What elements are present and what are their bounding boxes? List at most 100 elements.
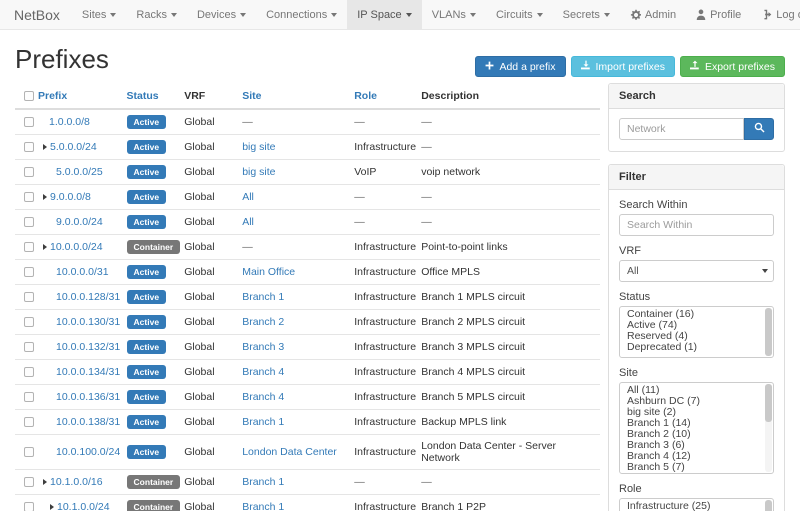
site-link[interactable]: big site	[242, 141, 275, 153]
scrollbar[interactable]	[765, 500, 772, 511]
site-link[interactable]: Branch 1	[242, 291, 284, 303]
prefix-link[interactable]: 10.0.0.130/31	[56, 316, 120, 328]
prefix-link[interactable]: 10.1.0.0/24	[57, 501, 110, 511]
prefix-link[interactable]: 5.0.0.0/24	[50, 141, 97, 153]
column-header-prefix[interactable]: Prefix	[38, 83, 127, 109]
site-link[interactable]: All	[242, 191, 254, 203]
role-filter-listbox[interactable]: Infrastructure (25)Management (8)Private…	[619, 498, 774, 511]
row-checkbox[interactable]	[24, 167, 34, 177]
profile-menu-item[interactable]: Profile	[686, 0, 751, 29]
status-filter-listbox[interactable]: Container (16)Active (74)Reserved (4)Dep…	[619, 306, 774, 358]
description-cell: voip network	[421, 160, 600, 185]
row-checkbox[interactable]	[24, 267, 34, 277]
expand-arrow-icon[interactable]	[50, 504, 54, 510]
nav-item-label: Circuits	[496, 9, 533, 21]
vrf-label: VRF	[619, 245, 774, 257]
nav-item-connections[interactable]: Connections	[256, 0, 347, 29]
row-checkbox[interactable]	[24, 217, 34, 227]
nav-item-devices[interactable]: Devices	[187, 0, 256, 29]
search-input[interactable]	[619, 118, 744, 140]
row-checkbox[interactable]	[24, 342, 34, 352]
site-link[interactable]: Branch 1	[242, 476, 284, 488]
add-prefix-button[interactable]: Add a prefix	[475, 56, 565, 77]
expand-arrow-icon[interactable]	[43, 244, 47, 250]
table-row: 10.0.0.0/31ActiveGlobalMain OfficeInfras…	[15, 260, 600, 285]
row-checkbox[interactable]	[24, 292, 34, 302]
row-checkbox[interactable]	[24, 117, 34, 127]
search-button[interactable]	[744, 118, 774, 140]
prefix-link[interactable]: 9.0.0.0/8	[50, 191, 91, 203]
filter-option[interactable]: COLO-1-CA (3)	[622, 473, 773, 474]
prefix-link[interactable]: 10.0.0.0/24	[50, 241, 103, 253]
site-link[interactable]: Branch 3	[242, 341, 284, 353]
status-badge: Active	[127, 365, 167, 379]
expand-arrow-icon[interactable]	[43, 479, 47, 485]
export-prefixes-button[interactable]: Export prefixes	[680, 56, 785, 77]
filter-option[interactable]: Infrastructure (25)	[622, 501, 773, 511]
row-checkbox[interactable]	[24, 242, 34, 252]
expand-arrow-icon[interactable]	[43, 194, 47, 200]
description-cell: —	[421, 210, 600, 235]
row-checkbox[interactable]	[24, 142, 34, 152]
search-within-input[interactable]	[619, 214, 774, 236]
prefix-link[interactable]: 10.1.0.0/16	[50, 476, 103, 488]
log-out-label: Log out	[776, 9, 800, 21]
site-link[interactable]: London Data Center	[242, 446, 337, 458]
row-checkbox[interactable]	[24, 317, 34, 327]
import-prefixes-button[interactable]: Import prefixes	[571, 56, 675, 77]
nav-item-vlans[interactable]: VLANs	[422, 0, 486, 29]
vrf-cell: Global	[184, 410, 242, 435]
site-link[interactable]: Branch 4	[242, 366, 284, 378]
status-badge: Active	[127, 445, 167, 459]
row-checkbox[interactable]	[24, 502, 34, 511]
status-badge: Active	[127, 265, 167, 279]
prefix-link[interactable]: 1.0.0.0/8	[49, 116, 90, 128]
prefix-link[interactable]: 10.0.0.0/31	[56, 266, 109, 278]
prefix-link[interactable]: 10.0.100.0/24	[56, 446, 120, 458]
scrollbar[interactable]	[765, 384, 772, 472]
site-link[interactable]: Main Office	[242, 266, 295, 278]
admin-menu-item[interactable]: Admin	[620, 0, 686, 29]
site-link[interactable]: Branch 4	[242, 391, 284, 403]
profile-label: Profile	[710, 9, 741, 21]
row-checkbox[interactable]	[24, 477, 34, 487]
vrf-select[interactable]: All	[619, 260, 774, 282]
site-link[interactable]: Branch 2	[242, 316, 284, 328]
table-row: 10.0.0.138/31ActiveGlobalBranch 1Infrast…	[15, 410, 600, 435]
nav-item-circuits[interactable]: Circuits	[486, 0, 553, 29]
log-out-menu-item[interactable]: Log out	[751, 0, 800, 29]
nav-item-sites[interactable]: Sites	[72, 0, 126, 29]
role-cell: Infrastructure	[354, 410, 421, 435]
site-filter-listbox[interactable]: All (11)Ashburn DC (7)big site (2)Branch…	[619, 382, 774, 474]
table-row: 5.0.0.0/25ActiveGlobalbig siteVoIPvoip n…	[15, 160, 600, 185]
vrf-cell: Global	[184, 335, 242, 360]
site-link[interactable]: big site	[242, 166, 275, 178]
nav-item-secrets[interactable]: Secrets	[553, 0, 620, 29]
row-checkbox[interactable]	[24, 367, 34, 377]
nav-item-ip-space[interactable]: IP Space	[347, 0, 421, 29]
site-link[interactable]: Branch 1	[242, 416, 284, 428]
column-header-role[interactable]: Role	[354, 83, 421, 109]
site-link[interactable]: Branch 1	[242, 501, 284, 511]
prefix-link[interactable]: 10.0.0.134/31	[56, 366, 120, 378]
column-header-site[interactable]: Site	[242, 83, 354, 109]
prefix-link[interactable]: 10.0.0.138/31	[56, 416, 120, 428]
row-checkbox[interactable]	[24, 417, 34, 427]
nav-item-racks[interactable]: Racks	[126, 0, 187, 29]
filter-option[interactable]: Deprecated (1)	[622, 342, 773, 353]
prefix-link[interactable]: 9.0.0.0/24	[56, 216, 103, 228]
row-checkbox[interactable]	[24, 447, 34, 457]
row-checkbox[interactable]	[24, 392, 34, 402]
expand-arrow-icon[interactable]	[43, 144, 47, 150]
site-link[interactable]: All	[242, 216, 254, 228]
prefix-link[interactable]: 10.0.0.136/31	[56, 391, 120, 403]
select-all-checkbox[interactable]	[24, 91, 34, 101]
app-logo[interactable]: NetBox	[0, 0, 72, 29]
chevron-down-icon	[406, 13, 412, 17]
prefix-link[interactable]: 5.0.0.0/25	[56, 166, 103, 178]
column-header-status[interactable]: Status	[127, 83, 185, 109]
prefix-link[interactable]: 10.0.0.128/31	[56, 291, 120, 303]
row-checkbox[interactable]	[24, 192, 34, 202]
scrollbar[interactable]	[765, 308, 772, 356]
prefix-link[interactable]: 10.0.0.132/31	[56, 341, 120, 353]
